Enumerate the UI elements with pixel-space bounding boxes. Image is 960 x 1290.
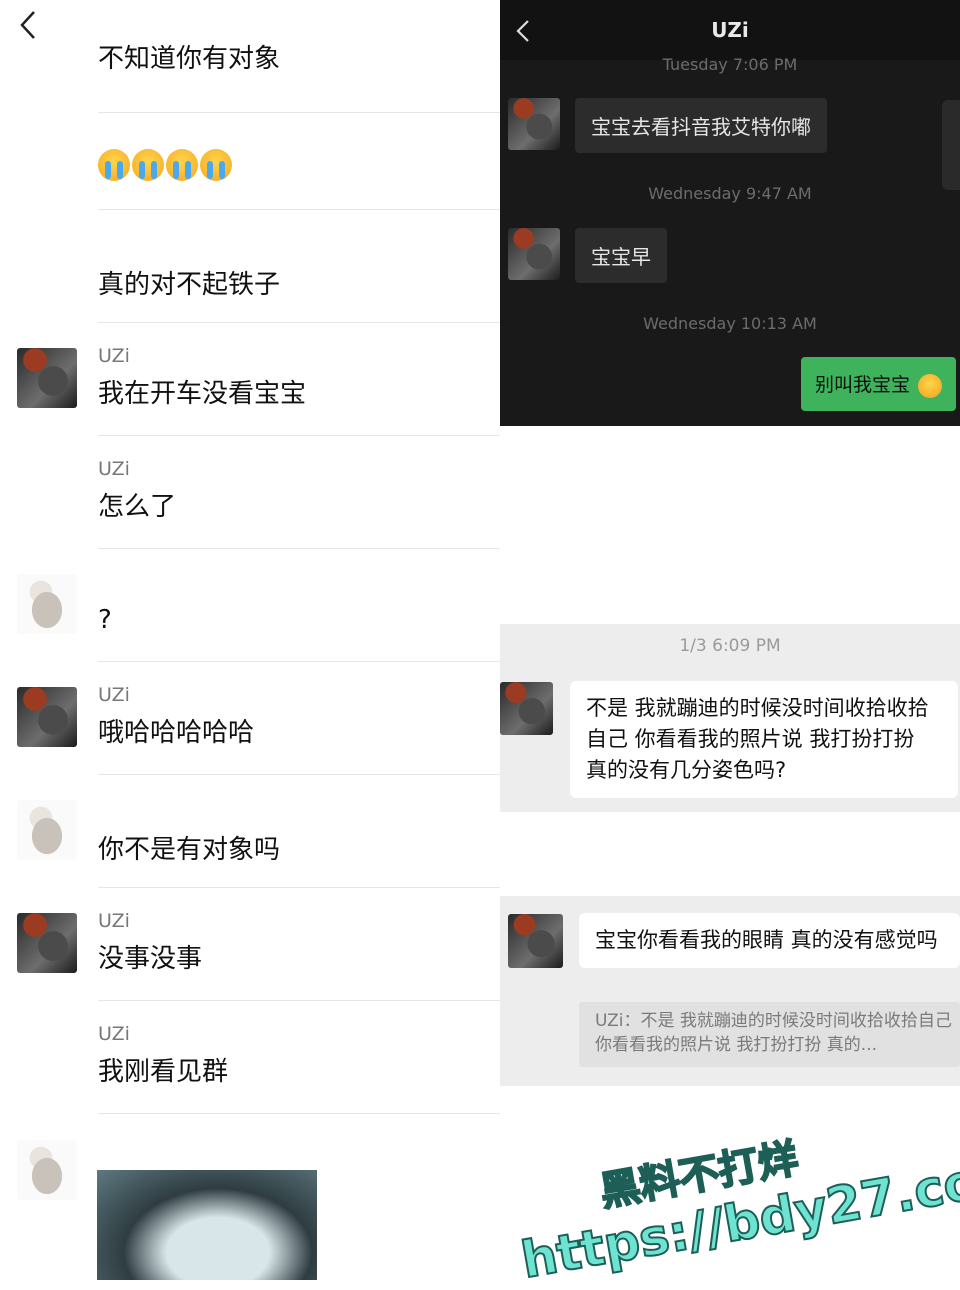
crying-emoji-icon <box>132 149 164 181</box>
list-item: 你不是有对象吗 <box>0 775 500 888</box>
message-text: 不知道你有对象 <box>98 44 281 74</box>
timestamp: Wednesday 9:47 AM <box>648 184 812 203</box>
timestamp: Wednesday 10:13 AM <box>643 314 817 333</box>
avatar[interactable] <box>500 682 553 735</box>
avatar[interactable] <box>17 348 77 408</box>
image-message[interactable] <box>97 1170 317 1280</box>
incoming-bubble[interactable]: 宝宝你看看我的眼睛 真的没有感觉吗 <box>579 913 960 968</box>
list-item: UZi 哦哈哈哈哈哈 <box>0 662 500 775</box>
crying-emoji-group <box>98 149 232 181</box>
dark-chat-pane: UZi Tuesday 7:06 PM 宝宝去看抖音我艾特你嘟 Wednesda… <box>500 0 960 426</box>
avatar[interactable] <box>17 1140 77 1200</box>
sender-name: UZi <box>98 1023 130 1045</box>
avatar[interactable] <box>508 228 560 280</box>
message-text: 别叫我宝宝 <box>814 374 910 396</box>
message-text: 怎么了 <box>98 492 177 522</box>
timestamp: Tuesday 7:06 PM <box>662 55 798 74</box>
crying-emoji-icon <box>98 149 130 181</box>
light-chat-pane: 1/3 6:09 PM 不是 我就蹦迪的时候没时间收拾收拾自己 你看看我的照片说… <box>500 624 960 812</box>
message-text: ? <box>98 605 112 635</box>
avatar[interactable] <box>508 914 563 968</box>
message-text: 哦哈哈哈哈哈 <box>98 718 255 748</box>
list-item: UZi 我刚看见群 <box>0 1001 500 1114</box>
sender-name: UZi <box>98 684 130 706</box>
list-item: UZi 我在开车没看宝宝 <box>0 323 500 436</box>
quoted-reply[interactable]: UZi：不是 我就蹦迪的时候没时间收拾收拾自己 你看看我的照片说 我打扮打扮 真… <box>579 1002 960 1067</box>
message-text: 真的对不起铁子 <box>98 270 281 300</box>
chat-header: UZi <box>500 0 960 60</box>
chat-title: UZi <box>711 18 749 42</box>
left-chat-pane: 不知道你有对象 真的对不起铁子 UZi 我在开车没看宝宝 UZi 怎么了 ? U… <box>0 0 500 1280</box>
message-text: 没事没事 <box>98 944 203 974</box>
list-item: UZi 没事没事 <box>0 888 500 1001</box>
incoming-bubble[interactable]: 宝宝早 <box>575 228 667 283</box>
timestamp: 1/3 6:09 PM <box>679 636 781 656</box>
side-tab[interactable] <box>942 100 960 190</box>
avatar[interactable] <box>17 913 77 973</box>
list-item: ? <box>0 549 500 662</box>
avatar[interactable] <box>17 800 77 860</box>
sender-name: UZi <box>98 345 130 367</box>
incoming-bubble[interactable]: 宝宝去看抖音我艾特你嘟 <box>575 98 827 153</box>
crying-emoji-icon <box>166 149 198 181</box>
list-item <box>0 97 500 210</box>
reply-chat-pane: 宝宝你看看我的眼睛 真的没有感觉吗 UZi：不是 我就蹦迪的时候没时间收拾收拾自… <box>500 896 960 1086</box>
sender-name: UZi <box>98 910 130 932</box>
message-text: 你不是有对象吗 <box>98 835 281 865</box>
crying-emoji-icon <box>200 149 232 181</box>
avatar[interactable] <box>17 687 77 747</box>
avatar[interactable] <box>508 98 560 150</box>
list-item: UZi 怎么了 <box>0 436 500 549</box>
laughing-emoji-icon <box>918 373 942 398</box>
sender-name: UZi <box>98 458 130 480</box>
list-item: 真的对不起铁子 <box>0 210 500 323</box>
avatar[interactable] <box>17 574 77 634</box>
message-text: 我在开车没看宝宝 <box>98 379 307 409</box>
message-text: 我刚看见群 <box>98 1057 229 1087</box>
incoming-bubble[interactable]: 不是 我就蹦迪的时候没时间收拾收拾自己 你看看我的照片说 我打扮打扮 真的没有几… <box>570 681 958 798</box>
outgoing-bubble[interactable]: 别叫我宝宝 <box>800 357 956 411</box>
